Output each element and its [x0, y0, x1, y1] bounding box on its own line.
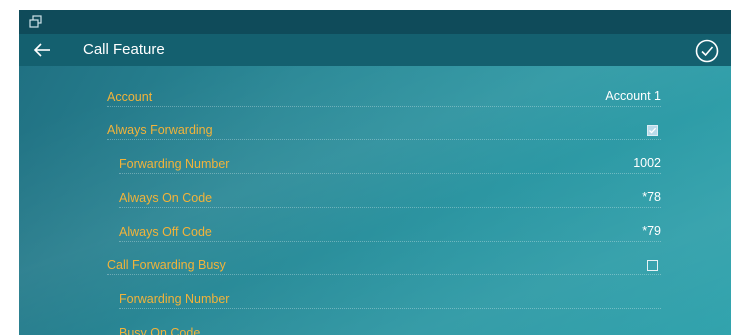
call-forwarding-busy-checkbox[interactable]	[647, 260, 658, 271]
setting-row-call-forwarding-busy[interactable]: Call Forwarding Busy	[107, 252, 661, 275]
account-value: Account 1	[605, 89, 661, 103]
forwarding-number-value: 1002	[633, 156, 661, 170]
busy-on-code-label: Busy On Code	[119, 326, 201, 335]
setting-row-always-on-code[interactable]: Always On Code *78	[119, 185, 661, 208]
always-forwarding-label: Always Forwarding	[107, 123, 213, 137]
always-on-code-label: Always On Code	[119, 191, 213, 205]
phone-screen: Call Feature Account Account 1 Always Fo…	[19, 10, 731, 335]
setting-row-busy-on-code[interactable]: Busy On Code	[119, 320, 661, 335]
back-button[interactable]	[31, 38, 59, 62]
page-title: Call Feature	[83, 41, 165, 58]
setting-row-always-forwarding[interactable]: Always Forwarding	[107, 117, 661, 140]
title-bar: Call Feature	[19, 34, 731, 66]
always-off-code-value: *79	[642, 224, 661, 238]
setting-row-account[interactable]: Account Account 1	[107, 84, 661, 107]
setting-row-forwarding-number[interactable]: Forwarding Number 1002	[119, 151, 661, 174]
check-circle-icon	[695, 39, 719, 63]
setting-row-always-off-code[interactable]: Always Off Code *79	[119, 219, 661, 242]
always-on-code-value: *78	[642, 190, 661, 204]
window-restore-icon	[28, 14, 44, 30]
always-off-code-label: Always Off Code	[119, 225, 212, 239]
status-bar	[19, 10, 731, 34]
back-arrow-icon	[33, 43, 50, 57]
setting-row-busy-forwarding-number[interactable]: Forwarding Number	[119, 286, 661, 309]
forwarding-number-label: Forwarding Number	[119, 157, 230, 171]
confirm-button[interactable]	[693, 37, 721, 65]
account-label: Account	[107, 90, 153, 104]
call-forwarding-busy-label: Call Forwarding Busy	[107, 258, 226, 272]
busy-forwarding-number-label: Forwarding Number	[119, 292, 230, 306]
always-forwarding-checkbox[interactable]	[647, 125, 658, 136]
